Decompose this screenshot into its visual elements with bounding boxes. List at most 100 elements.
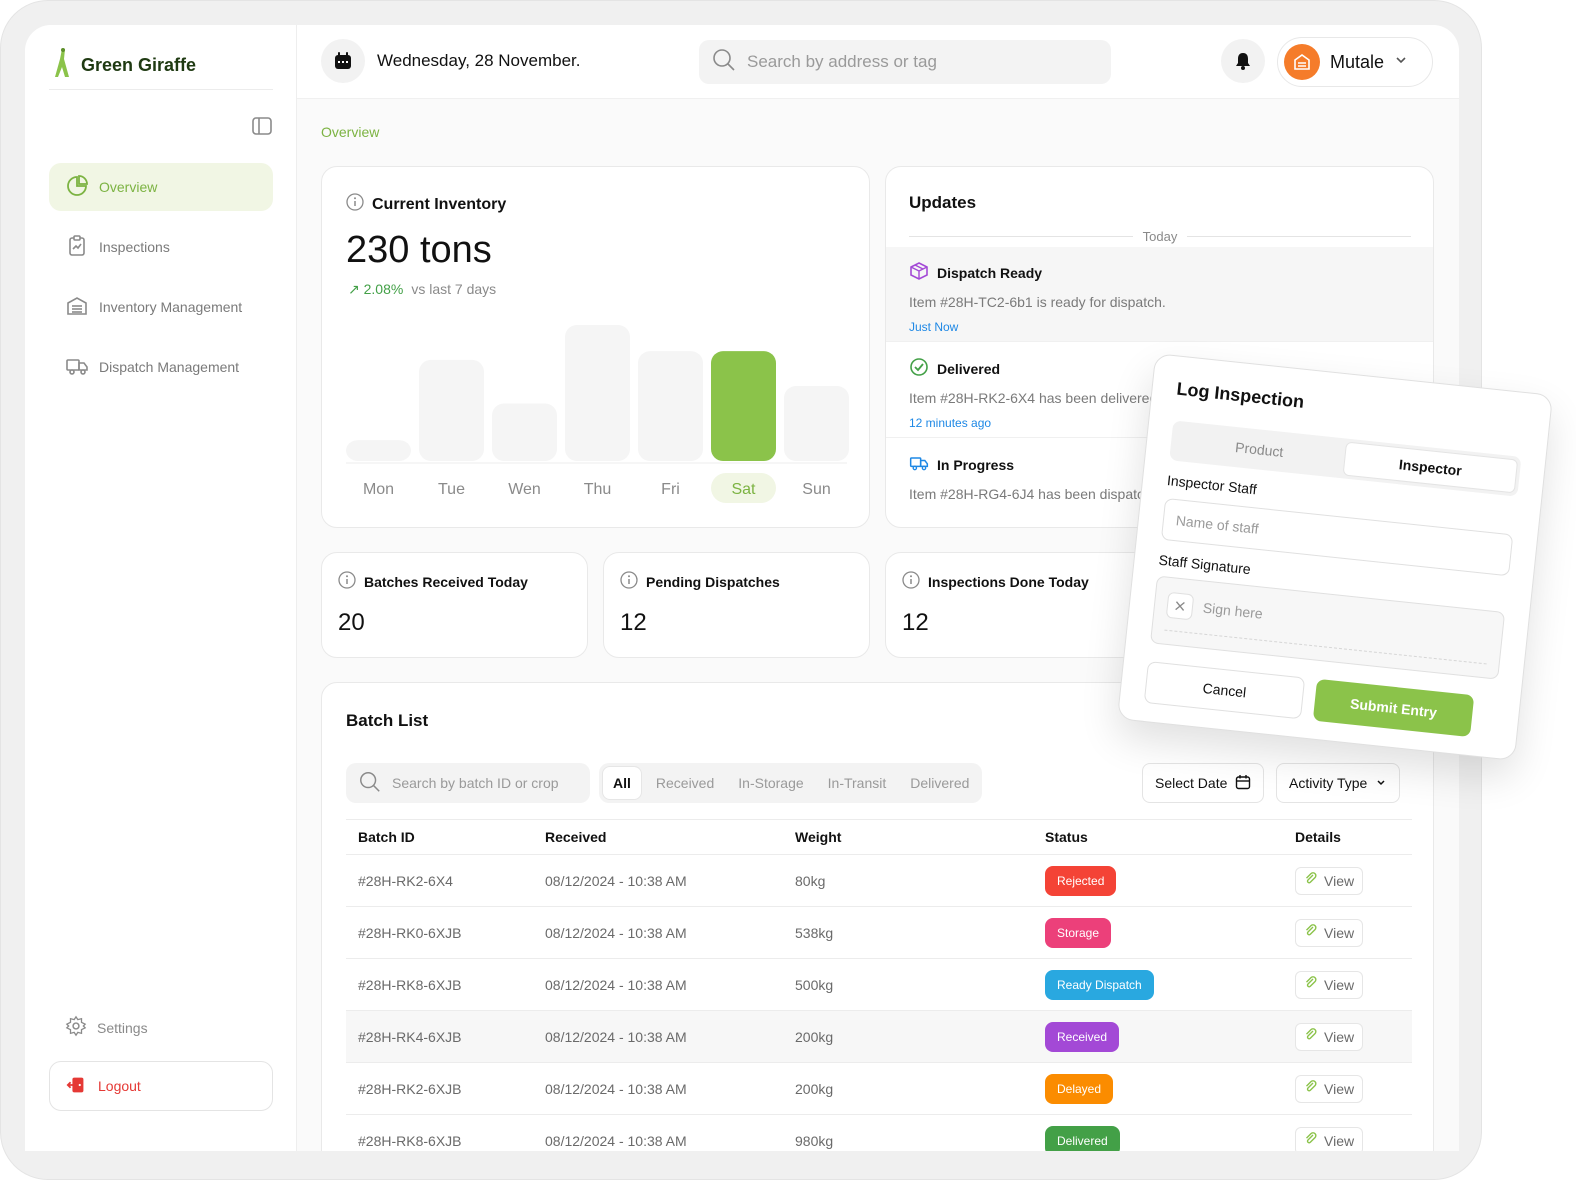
- status-badge: Ready Dispatch: [1045, 969, 1154, 1000]
- sidebar-item-label: Dispatch Management: [99, 359, 240, 375]
- chevron-down-icon: [1375, 775, 1387, 791]
- tick-label-thu: Thu: [584, 481, 612, 498]
- info-icon: [338, 571, 356, 592]
- cancel-button[interactable]: Cancel: [1143, 661, 1306, 720]
- activity-type-dropdown[interactable]: Activity Type: [1276, 763, 1401, 803]
- table-row[interactable]: #28H-RK2-6X4 08/12/2024 - 10:38 AM 80kg Rej…: [346, 855, 1412, 907]
- table-body: #28H-RK2-6X4 08/12/2024 - 10:38 AM 80kg Rej…: [346, 855, 1412, 1151]
- weight: 200kg: [795, 1080, 834, 1097]
- calendar-icon[interactable]: [321, 39, 365, 83]
- tab-product[interactable]: Product: [1173, 424, 1347, 476]
- divider: [49, 89, 273, 90]
- logo[interactable]: Green Giraffe: [53, 47, 196, 84]
- info-icon: [346, 193, 364, 216]
- batch-id: #28H-RK8-6XJB: [358, 1132, 462, 1149]
- table-row[interactable]: #28H-RK0-6XJB 08/12/2024 - 10:38 AM 538kg S…: [346, 907, 1412, 959]
- activity-type-label: Activity Type: [1289, 775, 1368, 791]
- paperclip-icon: [1304, 872, 1318, 889]
- device-frame: Green Giraffe Overview Inspections Inven…: [0, 0, 1554, 1180]
- sidebar-toggle-icon[interactable]: [251, 115, 273, 137]
- table-row[interactable]: #28H-RK8-6XJB 08/12/2024 - 10:38 AM 980kg D…: [346, 1115, 1412, 1151]
- divider: [1187, 236, 1412, 237]
- column-header[interactable]: Status: [1045, 829, 1295, 845]
- select-date-button[interactable]: Select Date: [1142, 763, 1265, 803]
- stat-label: Inspections Done Today: [928, 573, 1089, 590]
- info-icon: [902, 571, 920, 592]
- update-item[interactable]: Dispatch Ready Item #28H-TC2-6b1 is read…: [886, 247, 1433, 342]
- bar-mon[interactable]: [346, 440, 411, 461]
- batch-id: #28H-RK4-6XJB: [358, 1028, 462, 1045]
- view-label: View: [1324, 1028, 1355, 1045]
- sidebar-item-dispatch-management[interactable]: Dispatch Management: [49, 343, 273, 391]
- update-time: Just Now: [909, 320, 959, 334]
- details-cell: View: [1295, 970, 1412, 999]
- tick-label-fri: Fri: [661, 481, 680, 498]
- bar-wen[interactable]: [492, 403, 557, 461]
- tab-inspector[interactable]: Inspector: [1342, 441, 1519, 494]
- view-button[interactable]: View: [1295, 1126, 1364, 1151]
- paperclip-icon: [1304, 924, 1318, 941]
- received-date: 08/12/2024 - 10:38 AM: [545, 1132, 687, 1149]
- sidebar-item-inspections[interactable]: Inspections: [49, 223, 273, 271]
- bar-thu[interactable]: [565, 325, 630, 461]
- view-button[interactable]: View: [1295, 866, 1364, 895]
- date-display: Wednesday, 28 November.: [321, 39, 581, 83]
- user-name: Mutale: [1330, 51, 1385, 72]
- user-menu[interactable]: Mutale: [1277, 37, 1433, 87]
- tab-in-transit[interactable]: In-Transit: [818, 766, 897, 800]
- column-header[interactable]: Details: [1295, 829, 1412, 845]
- batch-id: #28H-RK2-6X4: [358, 872, 453, 889]
- updates-group-header: Today: [909, 229, 1412, 244]
- received-date: 08/12/2024 - 10:38 AM: [545, 924, 687, 941]
- sidebar-item-inventory-management[interactable]: Inventory Management: [49, 283, 273, 331]
- table-row[interactable]: #28H-RK2-6XJB 08/12/2024 - 10:38 AM 200kg D…: [346, 1063, 1412, 1115]
- tab-all[interactable]: All: [602, 766, 642, 800]
- details-cell: View: [1295, 1074, 1412, 1103]
- current-inventory-card: Mon Tue Wen Thu Fri Sat Sun Current Inventory …: [321, 166, 870, 528]
- column-header[interactable]: Batch ID: [346, 829, 545, 845]
- view-label: View: [1324, 976, 1355, 993]
- signature-pad[interactable]: Sign here: [1149, 575, 1506, 680]
- notification-bell-icon[interactable]: [1221, 39, 1265, 83]
- submit-entry-button[interactable]: Submit Entry: [1312, 678, 1475, 738]
- status-badge: Rejected: [1045, 865, 1117, 896]
- clear-signature-icon[interactable]: [1165, 591, 1195, 621]
- update-desc: Item #28H-TC2-6b1 is ready for dispatch.: [909, 294, 1166, 310]
- bar-sun[interactable]: [784, 386, 849, 461]
- column-header[interactable]: Weight: [795, 829, 1045, 845]
- search-input[interactable]: Search by address or tag: [699, 40, 1111, 84]
- logout-button[interactable]: Logout: [49, 1061, 273, 1111]
- view-button[interactable]: View: [1295, 970, 1364, 999]
- stat-value: 12: [902, 609, 929, 636]
- view-button[interactable]: View: [1295, 1022, 1364, 1051]
- pie-chart-icon: [65, 174, 89, 201]
- truck-icon: [65, 354, 89, 381]
- received-date: 08/12/2024 - 10:38 AM: [545, 976, 687, 993]
- table-row[interactable]: #28H-RK8-6XJB 08/12/2024 - 10:38 AM 500kg R…: [346, 959, 1412, 1011]
- sidebar-item-overview[interactable]: Overview: [49, 163, 273, 211]
- view-button[interactable]: View: [1295, 918, 1364, 947]
- table-row[interactable]: #28H-RK4-6XJB 08/12/2024 - 10:38 AM 200kg R…: [346, 1011, 1412, 1063]
- details-cell: View: [1295, 1022, 1412, 1051]
- search-icon: [711, 47, 737, 78]
- tab-delivered[interactable]: Delivered: [900, 766, 979, 800]
- current-date: Wednesday, 28 November.: [377, 51, 581, 70]
- view-button[interactable]: View: [1295, 1074, 1364, 1103]
- bar-tue[interactable]: [419, 359, 484, 461]
- batch-list-card: Batch List Search by batch ID or crop Al…: [321, 682, 1434, 1151]
- bar-fri[interactable]: [638, 351, 703, 461]
- inventory-bar-chart: Mon Tue Wen Thu Fri Sat Sun: [346, 325, 849, 503]
- sidebar-item-settings[interactable]: Settings: [65, 1015, 148, 1040]
- tab-in-storage[interactable]: In-Storage: [728, 766, 813, 800]
- breadcrumb[interactable]: Overview: [321, 124, 379, 140]
- column-header[interactable]: Received: [545, 829, 795, 845]
- inventory-value: 230 tons: [346, 229, 492, 271]
- sidebar-item-label: Inventory Management: [99, 299, 243, 315]
- batch-id: #28H-RK8-6XJB: [358, 976, 462, 993]
- tab-received[interactable]: Received: [646, 766, 724, 800]
- bar-sat[interactable]: [711, 351, 776, 461]
- batch-search-input[interactable]: Search by batch ID or crop: [346, 763, 590, 803]
- search-placeholder: Search by address or tag: [747, 52, 937, 71]
- update-title: In Progress: [937, 456, 1015, 473]
- batch-id: #28H-RK2-6XJB: [358, 1080, 462, 1097]
